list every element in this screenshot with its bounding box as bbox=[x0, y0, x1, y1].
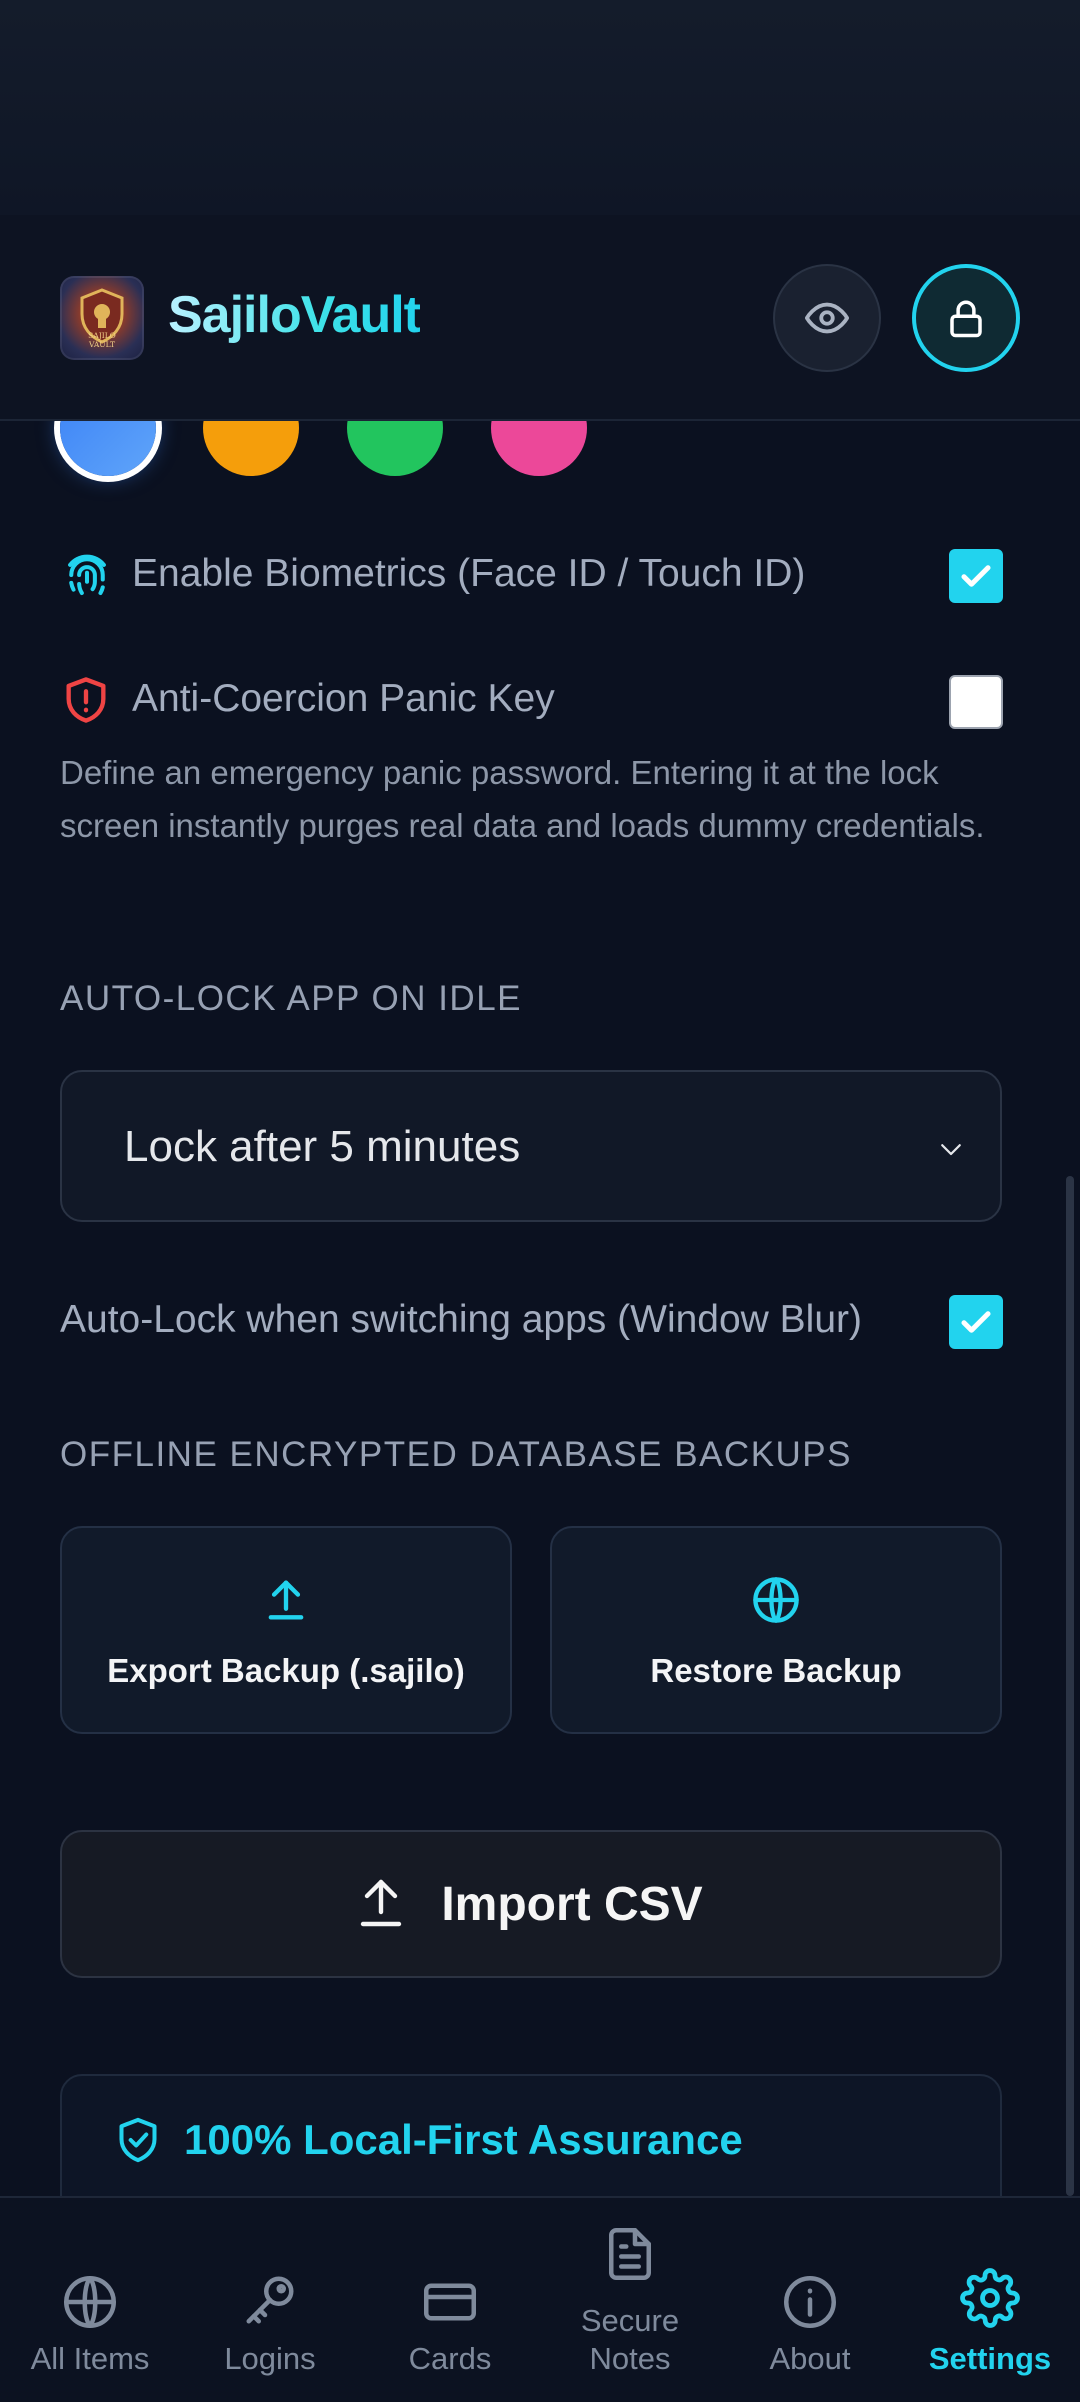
lock-vault-button[interactable] bbox=[912, 264, 1020, 372]
note-icon bbox=[600, 2224, 660, 2289]
key-icon bbox=[240, 2270, 300, 2335]
credit-card-icon bbox=[420, 2272, 480, 2337]
app-header: SAJILO VAULT SajiloVault bbox=[0, 215, 1080, 421]
privacy-toggle-button[interactable] bbox=[773, 264, 881, 372]
fingerprint-icon bbox=[60, 548, 114, 607]
backups-section-title: OFFLINE ENCRYPTED DATABASE BACKUPS bbox=[60, 1435, 852, 1474]
import-csv-label: Import CSV bbox=[441, 1877, 703, 1931]
gear-icon bbox=[960, 2268, 1020, 2333]
upload-icon bbox=[260, 1574, 312, 1626]
nav-logins[interactable]: Logins bbox=[180, 2198, 360, 2402]
panic-key-label: Anti-Coercion Panic Key bbox=[132, 677, 555, 720]
shield-alert-icon bbox=[60, 674, 112, 731]
checkmark-icon bbox=[961, 565, 991, 587]
nav-settings[interactable]: Settings bbox=[900, 2198, 1080, 2402]
app-logo: SAJILO VAULT bbox=[60, 276, 144, 360]
globe-icon bbox=[60, 2272, 120, 2337]
upload-icon bbox=[359, 1876, 403, 1933]
app-title: SajiloVault bbox=[168, 286, 421, 344]
nav-label-line1: Secure bbox=[580, 2303, 680, 2338]
auto-lock-selected-value: Lock after 5 minutes bbox=[124, 1122, 521, 1171]
lock-icon bbox=[950, 300, 982, 338]
nav-all-items[interactable]: All Items bbox=[0, 2198, 180, 2402]
nav-label: All Items bbox=[30, 2341, 150, 2376]
import-csv-button[interactable]: Import CSV bbox=[60, 1830, 1002, 1978]
nav-label: Cards bbox=[408, 2341, 492, 2376]
info-icon bbox=[780, 2272, 840, 2337]
chevron-down-icon bbox=[936, 1134, 966, 1169]
nav-label: Logins bbox=[224, 2341, 316, 2376]
nav-label: About bbox=[769, 2341, 851, 2376]
biometrics-checkbox[interactable] bbox=[949, 549, 1003, 603]
auto-lock-select[interactable]: Lock after 5 minutes bbox=[60, 1070, 1002, 1222]
window-blur-checkbox[interactable] bbox=[949, 1295, 1003, 1349]
svg-text:SAJILO: SAJILO bbox=[88, 331, 116, 340]
export-backup-button[interactable]: Export Backup (.sajilo) bbox=[60, 1526, 512, 1734]
biometrics-label: Enable Biometrics (Face ID / Touch ID) bbox=[132, 552, 806, 595]
restore-backup-label: Restore Backup bbox=[650, 1652, 902, 1689]
panic-key-checkbox[interactable] bbox=[949, 675, 1003, 729]
panic-key-description: Define an emergency panic password. Ente… bbox=[60, 754, 985, 844]
export-backup-label: Export Backup (.sajilo) bbox=[107, 1652, 465, 1689]
nav-about[interactable]: About bbox=[720, 2198, 900, 2402]
checkmark-icon bbox=[961, 1311, 991, 1333]
nav-cards[interactable]: Cards bbox=[360, 2198, 540, 2402]
scrollbar[interactable] bbox=[1066, 1176, 1074, 2196]
nav-label: Settings bbox=[928, 2341, 1052, 2376]
globe-icon bbox=[750, 1574, 802, 1626]
window-blur-label: Auto-Lock when switching apps (Window Bl… bbox=[60, 1298, 863, 1341]
svg-text:VAULT: VAULT bbox=[88, 340, 115, 349]
bottom-navigation: All Items Logins Cards Secure Notes Abou… bbox=[0, 2196, 1080, 2400]
nav-secure-notes[interactable]: Secure Notes bbox=[540, 2198, 720, 2402]
restore-backup-button[interactable]: Restore Backup bbox=[550, 1526, 1002, 1734]
shield-check-icon bbox=[116, 2116, 160, 2169]
assurance-title: 100% Local-First Assurance bbox=[184, 2116, 743, 2163]
nav-label-line2: Notes bbox=[589, 2341, 671, 2376]
eye-icon bbox=[804, 302, 850, 334]
auto-lock-section-title: AUTO-LOCK APP ON IDLE bbox=[60, 979, 523, 1018]
